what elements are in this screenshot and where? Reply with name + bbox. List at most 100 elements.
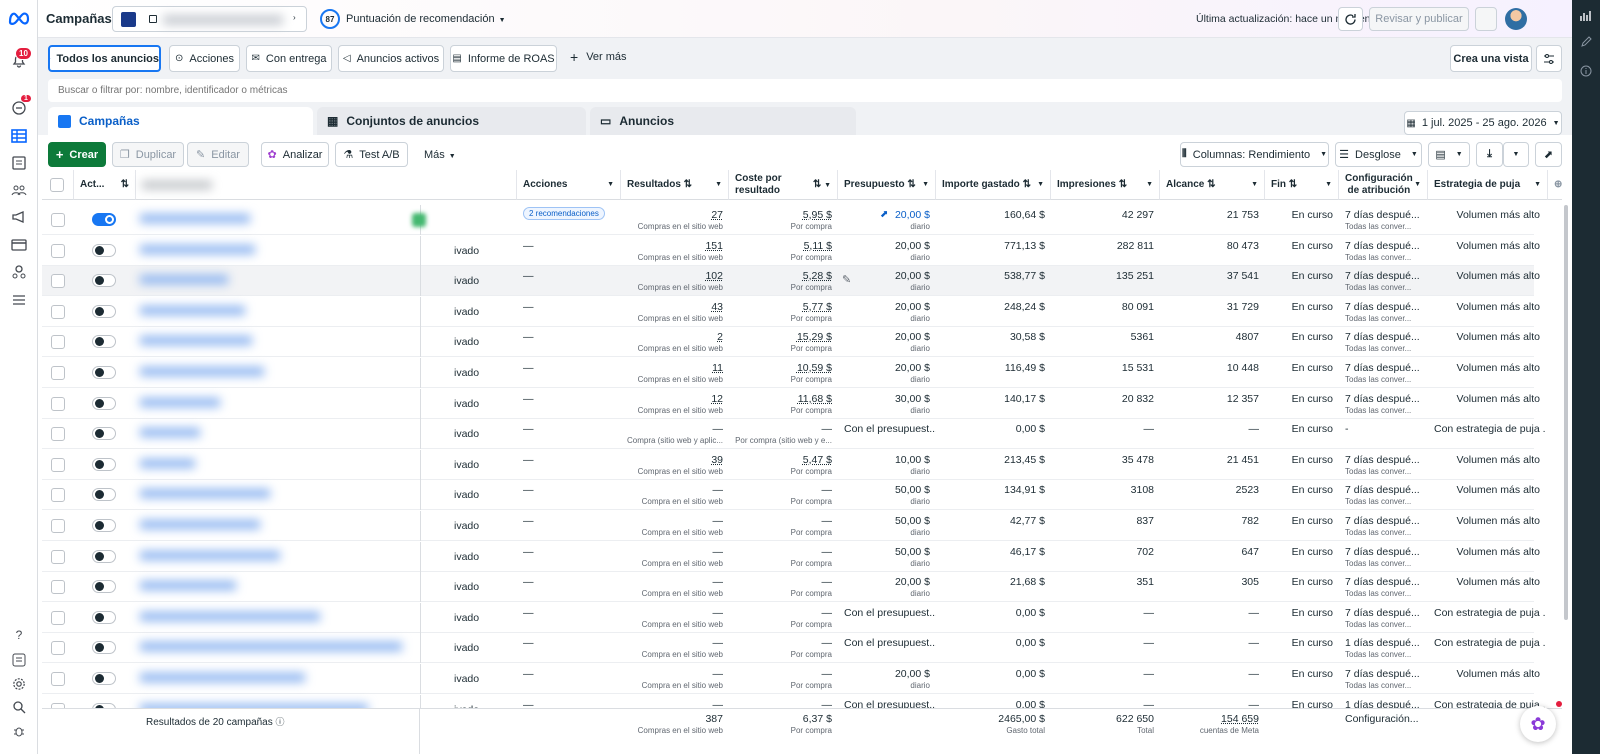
duplicate-button[interactable]: ❐ Duplicar [112,142,184,167]
campaign-name-redacted[interactable] [140,244,255,254]
table-row[interactable]: ivado — —Compra en el sitio web —Por compra… [42,664,1540,694]
row-checkbox[interactable] [51,488,65,503]
date-range-picker[interactable]: ▦ 1 jul. 2025 - 25 ago. 2026 ▼ [1404,111,1562,135]
search-filter-input[interactable] [58,82,958,99]
view-settings-button[interactable] [1536,45,1562,72]
col-budget[interactable]: Presupuesto ⇅ ▼ [838,170,936,200]
col-impressions[interactable]: Impresiones ⇅ ▼ [1051,170,1160,200]
row-checkbox[interactable] [51,457,65,472]
ai-assistant-button[interactable]: ✿ [1520,706,1556,742]
view-active-ads-button[interactable]: ◁ Anuncios activos [338,45,444,72]
refresh-button[interactable] [1338,7,1363,31]
campaign-name-redacted[interactable] [140,581,236,591]
col-attribution[interactable]: Configuración de atribución ▼ [1339,170,1428,200]
campaigns-table-icon[interactable] [9,126,29,146]
budget-cell[interactable]: Con el presupuest... [838,419,936,449]
budget-cell[interactable]: 20,00 $ diario ⬈ [838,205,936,235]
col-name[interactable] [136,170,517,200]
table-row[interactable]: ivado — 151 Compras en el sitio web 5,11 $ Po… [42,235,1540,266]
table-row[interactable]: ivado — 2 Compras en el sitio web 15,29 $ Por… [42,327,1540,358]
campaign-toggle[interactable] [92,335,116,349]
row-checkbox[interactable] [51,641,65,656]
row-checkbox[interactable] [51,396,65,411]
news-icon[interactable] [9,650,29,670]
tab-adsets[interactable]: ▦ Conjuntos de anuncios [317,107,586,135]
view-actions-button[interactable]: ⊙ Acciones [169,45,240,72]
table-row[interactable]: ivado — —Compra en el sitio web —Por compra… [42,511,1540,541]
campaign-toggle[interactable] [92,488,116,502]
breakdown-button[interactable]: ☰ Desglose [1335,142,1422,167]
campaign-name-redacted[interactable] [140,336,252,346]
budget-cell[interactable]: 30,00 $ diario [838,389,936,419]
add-column-button[interactable]: ⊕ [1548,170,1562,200]
row-checkbox[interactable] [51,549,65,564]
campaign-name-redacted[interactable] [140,550,280,560]
table-row[interactable]: 2 recomendaciones 27 Compras en el sitio w… [42,205,1540,235]
budget-cell[interactable]: 50,00 $ diario [838,480,936,510]
reports-dropdown-button[interactable]: ▤ [1428,142,1470,167]
reports-icon[interactable] [9,153,29,173]
campaign-name-redacted[interactable] [140,214,250,223]
campaign-toggle[interactable] [92,304,116,318]
budget-cell[interactable]: Con el presupuest... [838,603,936,633]
opportunity-score-label[interactable]: Puntuación de recomendación [346,13,506,25]
campaign-toggle[interactable] [92,243,116,257]
table-row[interactable]: ivado — —Compra en el sitio web —Por compra… [42,480,1540,511]
audiences-icon[interactable] [9,180,29,200]
col-actions[interactable]: Acciones ▼ [517,170,621,200]
campaign-toggle[interactable] [92,457,116,471]
budget-cell[interactable]: 20,00 $ diario [838,327,936,357]
campaign-toggle[interactable] [92,396,116,410]
menu-icon[interactable] [9,290,29,310]
campaign-toggle[interactable] [92,519,116,532]
col-active[interactable]: Act... ⇅ [74,170,136,200]
campaign-toggle[interactable] [92,549,116,563]
create-button[interactable]: + Crear [48,142,106,167]
meta-logo-icon[interactable] [8,8,30,28]
campaign-toggle[interactable] [92,366,116,379]
campaign-name-redacted[interactable] [140,458,195,468]
table-row[interactable]: ivado — —Compra en el sitio web —Por compra… [42,633,1546,664]
ad-account-selector[interactable]: › [112,6,307,32]
campaign-name-redacted[interactable] [140,428,200,438]
publish-dropdown-button[interactable] [1475,7,1497,31]
row-checkbox[interactable] [51,427,65,442]
notifications-icon[interactable]: 10 [9,47,32,70]
campaign-name-redacted[interactable] [140,305,245,315]
create-view-button[interactable]: Crea una vista [1450,45,1532,72]
see-more-views-button[interactable]: + Ver más [570,50,627,64]
col-bid-strategy[interactable]: Estrategia de puja ▼ [1428,170,1548,200]
table-row[interactable]: ivado — 43 Compras en el sitio web 5,77 $ Por… [42,296,1540,327]
chart-bar-icon[interactable] [1580,10,1592,25]
business-tools-icon[interactable] [9,262,29,282]
row-checkbox[interactable] [51,366,65,380]
budget-cell[interactable]: 20,00 $ diario [838,236,936,266]
tab-ads[interactable]: ▭ Anuncios [590,107,856,135]
view-roas-report-button[interactable]: ▤ Informe de ROAS [450,45,557,72]
budget-cell[interactable]: 50,00 $ diario [838,542,936,572]
budget-cell[interactable]: 10,00 $ diario [838,450,936,480]
table-row[interactable]: ivado — 12 Compras en el sitio web 11,68 $ Po… [42,388,1540,419]
user-avatar[interactable] [1505,8,1527,30]
recommendations-badge[interactable]: 2 recomendaciones [523,207,605,220]
edit-button[interactable]: ✎ Editar [187,142,249,167]
campaign-toggle[interactable] [92,580,116,594]
view-all-ads-button[interactable]: Todos los anuncios [48,45,161,72]
campaign-name-redacted[interactable] [140,673,305,682]
row-checkbox[interactable] [51,672,65,686]
info-circle-icon[interactable] [1580,65,1592,80]
campaign-toggle[interactable] [92,213,116,226]
tab-campaigns[interactable]: Campañas [48,107,313,135]
account-overview-icon[interactable]: 1 [9,95,31,118]
table-row[interactable]: ivado — 102 Compras en el sitio web 5,28 $ Po… [42,266,1540,297]
campaign-toggle[interactable] [92,672,116,685]
col-cost-per-result[interactable]: Coste por resultado ⇅ ▼ [729,170,838,200]
row-checkbox[interactable] [51,519,65,533]
help-icon[interactable]: ? [9,625,29,645]
col-results[interactable]: Resultados ⇅ ▼ [621,170,729,200]
campaign-name-redacted[interactable] [140,520,260,529]
columns-button[interactable]: ⦀ Columnas: Rendimiento [1180,142,1329,167]
row-checkbox[interactable] [51,243,65,258]
settings-gear-icon[interactable] [9,674,29,694]
table-row[interactable]: ivado — —Compra en el sitio web —Por compra… [42,541,1540,572]
